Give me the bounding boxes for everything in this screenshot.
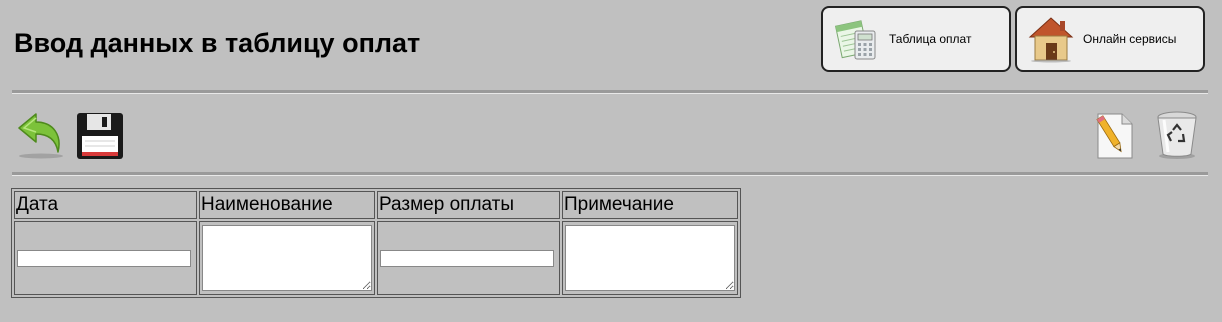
table-header-row: Дата Наименование Размер оплаты Примечан… <box>14 191 738 219</box>
column-header-note: Примечание <box>562 191 738 219</box>
name-cell <box>199 221 375 295</box>
edit-document-icon[interactable] <box>1094 112 1136 160</box>
column-header-name: Наименование <box>199 191 375 219</box>
column-header-date: Дата <box>14 191 197 219</box>
page-title: Ввод данных в таблицу оплат <box>14 28 421 58</box>
table-row <box>14 221 738 295</box>
calculator-spreadsheet-icon <box>834 20 876 60</box>
payment-entry-table: Дата Наименование Размер оплаты Примечан… <box>11 188 741 298</box>
column-header-amount: Размер оплаты <box>377 191 560 219</box>
payments-table-label: Таблица оплат <box>889 32 972 46</box>
recycle-bin-icon[interactable] <box>1154 110 1200 160</box>
bottom-divider <box>12 172 1208 176</box>
online-services-button[interactable]: Онлайн сервисы <box>1015 6 1205 72</box>
amount-cell <box>377 221 560 295</box>
top-divider <box>12 90 1208 94</box>
name-textarea[interactable] <box>202 225 372 291</box>
payment-entry-page: Ввод данных в таблицу оплат Таблица опла… <box>0 0 1222 322</box>
date-input[interactable] <box>17 249 191 267</box>
back-arrow-icon[interactable] <box>16 110 66 160</box>
house-icon <box>1028 17 1074 63</box>
note-cell <box>562 221 738 295</box>
amount-input[interactable] <box>380 249 554 267</box>
date-cell <box>14 221 197 295</box>
floppy-save-icon[interactable] <box>76 112 124 160</box>
payments-table-button[interactable]: Таблица оплат <box>821 6 1011 72</box>
online-services-label: Онлайн сервисы <box>1083 32 1177 46</box>
note-textarea[interactable] <box>565 225 735 291</box>
